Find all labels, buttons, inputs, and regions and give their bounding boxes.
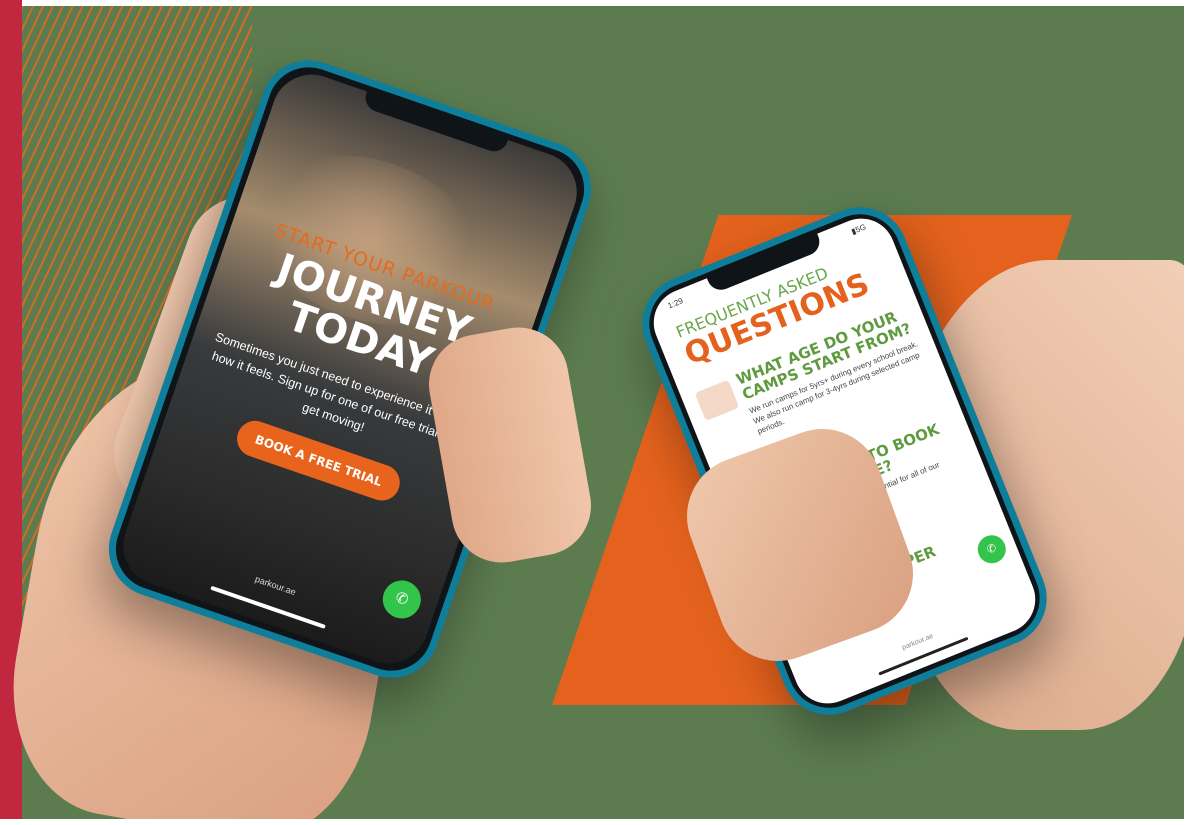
status-time: 1:29 xyxy=(666,296,685,311)
bottom-border xyxy=(0,819,1198,825)
right-border xyxy=(1184,0,1198,825)
whatsapp-icon[interactable]: ✆ xyxy=(377,575,426,624)
scene: START YOUR PARKOUR JOURNEY TODAY Sometim… xyxy=(0,0,1198,825)
faq-thumbnail xyxy=(694,379,740,421)
status-signal: ▮5G xyxy=(850,222,868,237)
